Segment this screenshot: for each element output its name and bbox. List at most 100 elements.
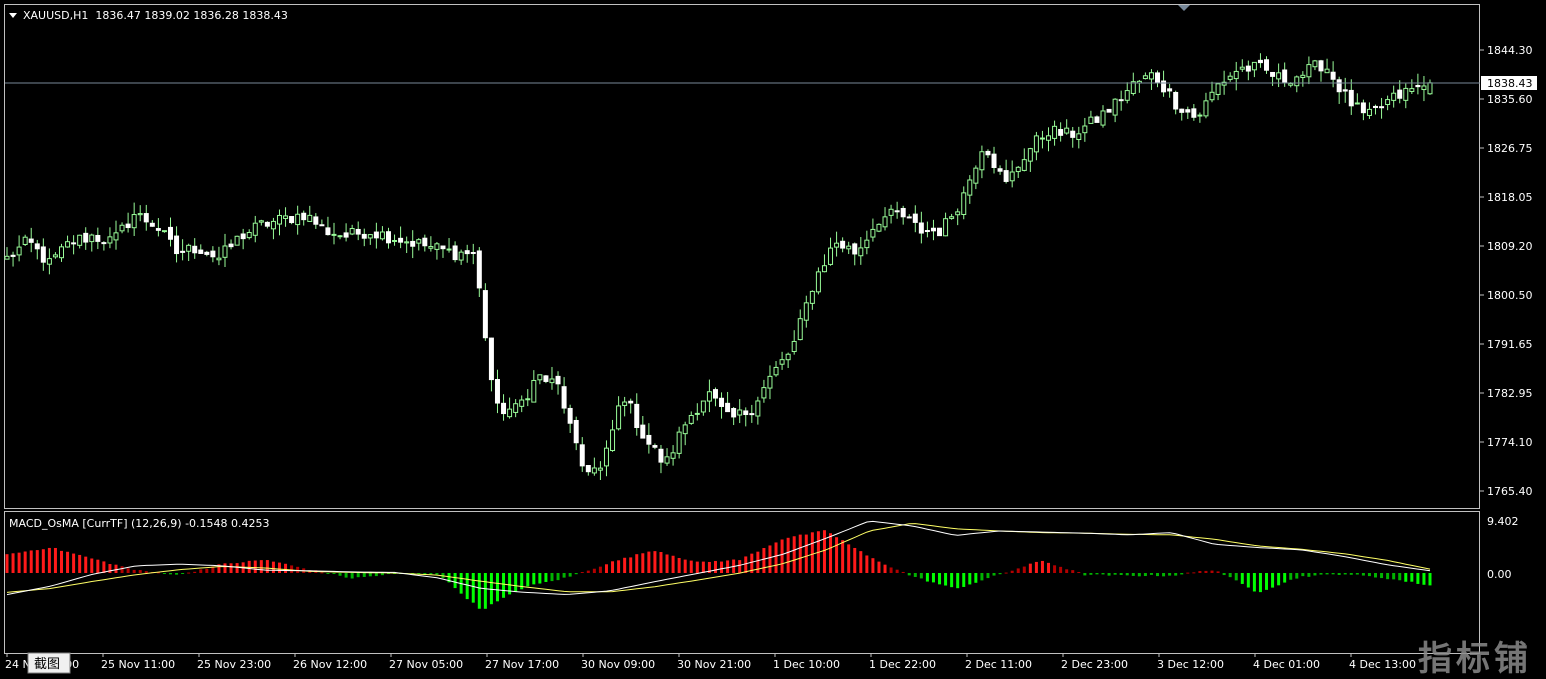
osma-bar (1125, 573, 1129, 576)
candle-body (888, 208, 894, 216)
candle-body (519, 399, 525, 407)
price-label: 1809.20 (1487, 240, 1533, 253)
osma-bar (895, 569, 899, 573)
osma-bar (1374, 573, 1378, 578)
candle-body (1379, 106, 1385, 109)
osma-bar (744, 556, 748, 573)
candle-body (1245, 65, 1251, 72)
candle-body (113, 232, 119, 241)
candle-body (373, 231, 379, 239)
osma-bar (53, 547, 57, 573)
candle-body (1191, 108, 1197, 118)
osma-bar (1119, 573, 1123, 575)
osma-bar (66, 551, 70, 573)
candle-body (894, 210, 900, 213)
candle-body (28, 238, 34, 243)
candle-body (1373, 105, 1379, 109)
osma-bar (913, 573, 917, 577)
candle-body (791, 340, 797, 353)
candle-body (404, 241, 410, 244)
candle-body (640, 424, 646, 439)
candle-body (1403, 87, 1409, 101)
osma-bar (265, 560, 269, 573)
macd-lines (6, 520, 1431, 596)
candle-body (779, 359, 785, 365)
candle-body (930, 227, 936, 232)
indicator-frame (4, 511, 1480, 654)
candle-body (1142, 75, 1148, 80)
candle-body (149, 222, 155, 227)
candle-body (797, 318, 803, 341)
candle-body (646, 434, 652, 445)
osma-bar (90, 558, 94, 573)
candle-body (555, 375, 561, 385)
candle-body (446, 248, 452, 251)
menu-triangle-icon[interactable] (9, 13, 17, 18)
osma-bar (992, 573, 996, 576)
candle-body (155, 228, 161, 231)
time-label: 27 Nov 05:00 (389, 658, 463, 671)
osma-bar (962, 573, 966, 587)
candle-body (597, 467, 603, 471)
candle-body (1064, 127, 1070, 134)
osma-bar (380, 573, 384, 576)
osma-bar (550, 573, 554, 582)
candle-body (46, 258, 52, 265)
indicator-header: MACD_OsMA [CurrTF] (12,26,9) -0.1548 0.4… (9, 517, 270, 530)
candle-body (234, 235, 240, 246)
osma-bar (774, 542, 778, 573)
candle-body (997, 168, 1003, 172)
osma-bar (883, 564, 887, 573)
osma-bar (1404, 573, 1408, 582)
candle-body (513, 403, 519, 413)
candle-body (494, 379, 500, 404)
candle-body (283, 215, 289, 219)
candle-body (392, 239, 398, 242)
candle-body (712, 389, 718, 399)
candle-body (755, 400, 761, 417)
candle-body (1257, 59, 1263, 64)
osma-bar (1246, 573, 1250, 588)
screenshot-tooltip[interactable]: 截图 (34, 657, 60, 672)
osma-bar (738, 560, 742, 573)
candle-body (71, 242, 77, 245)
candle-body (22, 236, 28, 245)
candle-body (1118, 99, 1124, 102)
candle-body (725, 402, 731, 413)
osma-bar (11, 553, 15, 573)
osma-bar (1222, 573, 1226, 576)
osma-bar (1192, 572, 1196, 574)
trading-chart[interactable]: 1844.30 1835.60 1826.75 1818.05 1809.20 1800.… (0, 0, 1546, 679)
osma-bar (368, 573, 372, 577)
osma-bar (1234, 573, 1238, 581)
osma-bar (1034, 561, 1038, 573)
candle-body (761, 387, 767, 399)
candle-body (688, 414, 694, 424)
osma-bar (132, 569, 136, 573)
osma-bar (1186, 572, 1190, 574)
indicator-scale-top: 9.402 (1487, 515, 1519, 528)
candle-body (246, 232, 252, 239)
price-label: 1826.75 (1487, 142, 1533, 155)
price-label: 1774.10 (1487, 436, 1533, 449)
candle-body (434, 243, 440, 250)
osma-bar (623, 557, 627, 573)
candle-body (470, 251, 476, 254)
candle-body (1354, 102, 1360, 105)
candle-body (1324, 68, 1330, 74)
osma-bar (1174, 573, 1178, 576)
osma-bar (1301, 573, 1305, 577)
candle-body (628, 400, 634, 404)
candle-body (1039, 137, 1045, 140)
osma-bar (223, 563, 227, 573)
osma-bar (701, 561, 705, 573)
osma-bar (1240, 573, 1244, 584)
osma-bar (871, 558, 875, 573)
osma-bar (35, 550, 39, 573)
chart-shift-marker[interactable] (1178, 5, 1190, 11)
candle-body (1342, 89, 1348, 92)
osma-bar (102, 561, 106, 573)
candle-body (658, 448, 664, 463)
candle-body (912, 213, 918, 223)
osma-bar (1258, 573, 1262, 593)
